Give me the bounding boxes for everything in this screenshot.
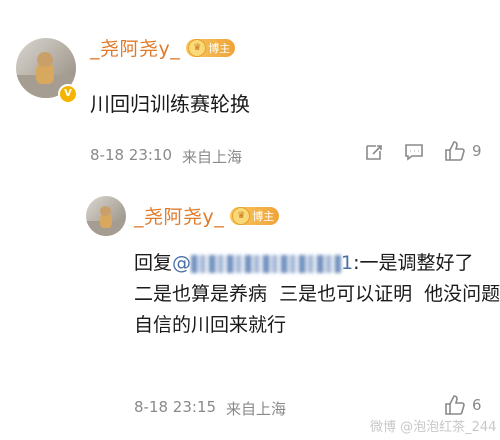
reply-prefix: 回复 [134, 252, 173, 274]
mention-suffix[interactable]: 1 [341, 252, 353, 274]
reply-like-button[interactable]: 6 [444, 394, 482, 416]
reply-line-1: 回复@ 1:一是调整好了 [134, 248, 494, 279]
blurred-username [191, 254, 342, 273]
reply-avatar[interactable] [86, 196, 126, 236]
comment-icon [405, 144, 423, 161]
comment-text: 川回归训练赛轮换 [90, 92, 250, 116]
reply-body: 回复@ 1:一是调整好了 二是也算是养病 三是也可以证明 他没问题 自信的川回来就… [134, 248, 500, 341]
like-count: 9 [472, 142, 482, 160]
reply-line-2: 二是也算是养病 三是也可以证明 他没问题 [134, 283, 500, 305]
reply-line-3: 自信的川回来就行 [134, 314, 287, 336]
blogger-badge-label: 博主 [208, 41, 231, 55]
blogger-badge: ♛ 博主 [186, 38, 236, 57]
weibo-watermark: 微博 @泡泡红茶_244 [370, 420, 497, 435]
mention-at[interactable]: @ [172, 252, 191, 274]
reply-line-1-text: :一是调整好了 [353, 252, 474, 274]
comment-button[interactable] [404, 142, 424, 162]
reply-blogger-badge: ♛ 博主 [230, 206, 280, 225]
reply-crown-icon: ♛ [232, 206, 251, 225]
crown-icon: ♛ [188, 38, 207, 57]
like-button[interactable]: 9 [444, 140, 482, 162]
reply-meta: 8-18 23:15 来自上海 [134, 398, 286, 419]
verified-icon: V [58, 84, 78, 104]
commenter-username[interactable]: _尧阿尧y_ [90, 34, 180, 61]
comment-meta: 8-18 23:10 来自上海 [90, 146, 242, 167]
reply-thumbs-up-icon [445, 395, 465, 415]
comment-date: 8-18 23:10 [90, 146, 173, 164]
reply-like-count: 6 [472, 396, 482, 414]
thumbs-up-icon [445, 141, 465, 161]
share-button[interactable] [364, 142, 384, 162]
reply-username[interactable]: _尧阿尧y_ [134, 202, 224, 229]
reply-blogger-badge-label: 博主 [252, 209, 275, 223]
comment-location: 来自上海 [182, 148, 243, 166]
reply-date: 8-18 23:15 [134, 398, 217, 416]
share-icon [366, 145, 382, 160]
reply-location: 来自上海 [226, 400, 287, 418]
